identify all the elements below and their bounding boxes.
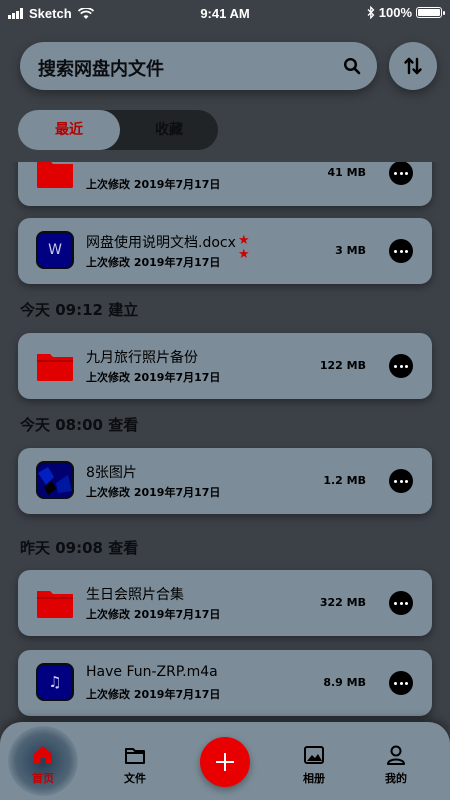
- list-item[interactable]: 九月旅行照片备份 上次修改 2019年7月17日 122 MB: [18, 333, 432, 399]
- folder-icon: [36, 162, 74, 191]
- file-name: Have Fun-ZRP.m4a: [86, 664, 218, 680]
- music-file-icon: ♫: [36, 663, 74, 701]
- user-icon: [387, 745, 405, 765]
- more-options-button[interactable]: [389, 239, 413, 263]
- image-icon: [36, 461, 74, 499]
- section-header: 今天 09:12 建立: [20, 301, 139, 319]
- plus-icon: [216, 753, 234, 771]
- tab-recent[interactable]: 最近: [18, 110, 120, 150]
- more-options-button[interactable]: [389, 591, 413, 615]
- home-icon: [34, 746, 52, 764]
- search-input[interactable]: 搜索网盘内文件: [38, 55, 164, 81]
- bluetooth-icon: [367, 6, 375, 19]
- more-options-button[interactable]: [389, 354, 413, 378]
- section-header: 今天 08:00 查看: [20, 416, 139, 434]
- file-meta: 上次修改 2019年7月17日: [86, 256, 221, 269]
- file-size: 122 MB: [319, 359, 366, 372]
- search-icon[interactable]: [343, 57, 361, 75]
- tab-mine[interactable]: 我的: [361, 722, 431, 800]
- tab-files[interactable]: 文件: [100, 722, 170, 800]
- tab-label: 我的: [385, 772, 407, 785]
- file-meta: 上次修改 2019年7月17日: [86, 608, 221, 621]
- tab-label: 首页: [32, 772, 54, 785]
- more-options-button[interactable]: [389, 469, 413, 493]
- battery-percent: 100%: [378, 5, 412, 20]
- status-bar: Sketch 9:41 AM 100%: [0, 0, 450, 28]
- file-name: 8张图片: [86, 465, 137, 481]
- folder-icon: [36, 583, 74, 621]
- tab-label: 相册: [303, 772, 325, 785]
- star-icon: ★: [238, 247, 250, 262]
- list-item[interactable]: 上次修改 2019年7月17日 41 MB: [18, 162, 432, 206]
- folder-icon: [36, 346, 74, 384]
- tab-home[interactable]: 首页: [8, 722, 78, 800]
- file-meta: 上次修改 2019年7月17日: [86, 371, 221, 384]
- folder-icon: [125, 748, 145, 764]
- word-document-icon: W: [36, 231, 74, 269]
- list-item[interactable]: 8张图片 上次修改 2019年7月17日 1.2 MB: [18, 448, 432, 514]
- tab-label: 文件: [124, 772, 146, 785]
- file-size: 3 MB: [335, 244, 366, 257]
- image-icon: [304, 746, 324, 764]
- more-options-button[interactable]: [389, 162, 413, 185]
- list-item[interactable]: 生日会照片合集 上次修改 2019年7月17日 322 MB: [18, 570, 432, 636]
- file-size: 8.9 MB: [323, 676, 366, 689]
- tab-favorites[interactable]: 收藏: [120, 110, 218, 150]
- section-header: 昨天 09:08 查看: [20, 539, 139, 557]
- list-item[interactable]: ♫ Have Fun-ZRP.m4a 上次修改 2019年7月17日 8.9 M…: [18, 650, 432, 716]
- file-size: 41 MB: [327, 166, 366, 179]
- file-size: 322 MB: [319, 596, 366, 609]
- battery-icon: [416, 7, 445, 18]
- favorite-stars: ★ ★: [238, 234, 254, 262]
- search-bar[interactable]: 搜索网盘内文件: [20, 42, 377, 90]
- file-name: 网盘使用说明文档.docx: [86, 235, 236, 251]
- file-list: 上次修改 2019年7月17日 41 MB W 网盘使用说明文档.docx ★ …: [0, 162, 450, 722]
- more-options-button[interactable]: [389, 671, 413, 695]
- tab-album[interactable]: 相册: [279, 722, 349, 800]
- segment-control: 最近 收藏: [18, 110, 218, 150]
- sort-arrows-icon: [404, 57, 422, 75]
- file-name: 九月旅行照片备份: [86, 350, 198, 366]
- file-meta: 上次修改 2019年7月17日: [86, 688, 221, 701]
- sort-button[interactable]: [389, 42, 437, 90]
- file-name: 生日会照片合集: [86, 587, 184, 603]
- file-size: 1.2 MB: [323, 474, 366, 487]
- file-meta: 上次修改 2019年7月17日: [86, 486, 221, 499]
- list-item[interactable]: W 网盘使用说明文档.docx ★ ★ 上次修改 2019年7月17日 3 MB: [18, 218, 432, 284]
- add-button[interactable]: [200, 737, 250, 787]
- star-icon: ★: [238, 233, 250, 248]
- file-meta: 上次修改 2019年7月17日: [86, 178, 221, 191]
